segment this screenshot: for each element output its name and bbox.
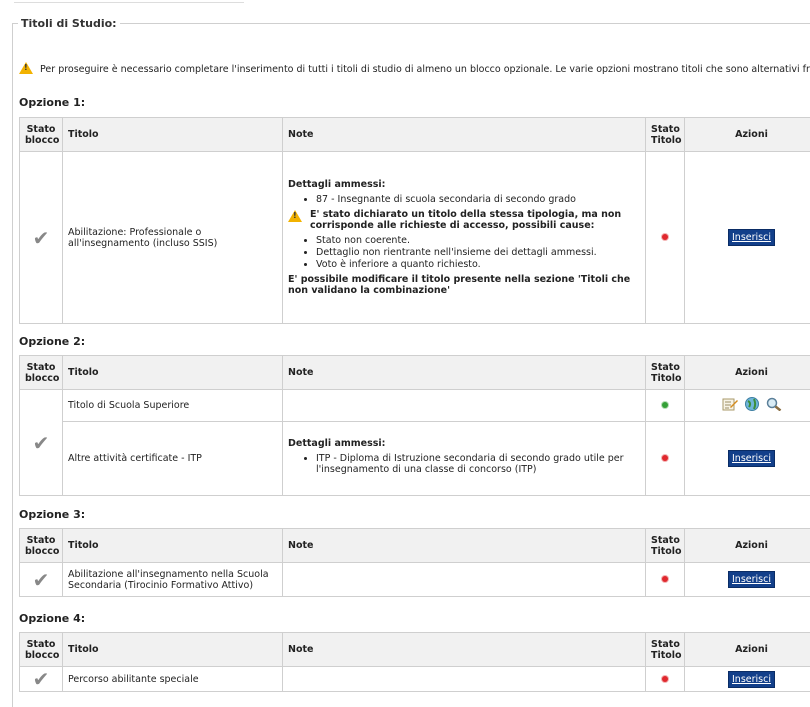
note-item: 87 - Insegnante di scuola secondaria di …: [316, 194, 640, 205]
checkmark-icon: ✔: [33, 568, 50, 592]
warning-icon: [288, 210, 302, 222]
checkmark-icon: ✔: [33, 226, 50, 250]
note-warning: E' stato dichiarato un titolo della stes…: [288, 209, 640, 231]
note-item: ITP - Diploma di Istruzione secondaria d…: [316, 453, 640, 475]
block-status: ✔: [20, 563, 63, 597]
actions-cell: Inserisci: [685, 152, 810, 324]
option-4-title: Opzione 4:: [19, 612, 85, 625]
checkmark-icon: ✔: [33, 667, 50, 691]
header-note: Note: [283, 529, 646, 563]
globe-icon[interactable]: [744, 397, 760, 411]
insert-button[interactable]: Inserisci: [728, 671, 775, 688]
titolo-cell: Altre attività certificate - ITP: [63, 422, 283, 496]
note-cell: [283, 390, 646, 422]
table-header-row: Stato blocco Titolo Note Stato Titolo Az…: [20, 529, 810, 563]
note-title: Dettagli ammessi:: [288, 179, 640, 190]
table-header-row: Stato blocco Titolo Note Stato Titolo Az…: [20, 356, 810, 390]
header-titolo: Titolo: [63, 118, 283, 152]
section-title: Titoli di Studio:: [18, 17, 120, 30]
warning-icon: [19, 62, 33, 74]
header-stato-titolo: Stato Titolo: [646, 529, 685, 563]
header-titolo: Titolo: [63, 529, 283, 563]
actions-cell: Inserisci: [685, 422, 810, 496]
header-azioni: Azioni: [685, 529, 810, 563]
table-row: ✔ Percorso abilitante speciale Inserisci: [20, 667, 810, 692]
actions-cell: [685, 390, 810, 422]
header-stato-blocco: Stato blocco: [20, 356, 63, 390]
header-stato-blocco: Stato blocco: [20, 633, 63, 667]
option-1-title: Opzione 1:: [19, 96, 85, 109]
status-red-icon: [662, 234, 668, 240]
title-status: [646, 152, 685, 324]
option-1-table: Stato blocco Titolo Note Stato Titolo Az…: [19, 117, 810, 324]
header-stato-titolo: Stato Titolo: [646, 633, 685, 667]
header-titolo: Titolo: [63, 633, 283, 667]
note-cell: Dettagli ammessi: 87 - Insegnante di scu…: [283, 152, 646, 324]
title-status: [646, 390, 685, 422]
title-status: [646, 422, 685, 496]
insert-button[interactable]: Inserisci: [728, 229, 775, 246]
warning-text: Per proseguire è necessario completare l…: [40, 64, 810, 75]
block-status: ✔: [20, 667, 63, 692]
note-footer: E' possibile modificare il titolo presen…: [288, 274, 640, 296]
title-status: [646, 667, 685, 692]
table-row: Altre attività certificate - ITP Dettagl…: [20, 422, 810, 496]
cause-item: Voto è inferiore a quanto richiesto.: [316, 259, 640, 270]
cause-item: Stato non coerente.: [316, 235, 640, 246]
header-azioni: Azioni: [685, 118, 810, 152]
insert-button[interactable]: Inserisci: [728, 450, 775, 467]
header-stato-blocco: Stato blocco: [20, 529, 63, 563]
titolo-cell: Titolo di Scuola Superiore: [63, 390, 283, 422]
table-row: ✔ Abilitazione: Professionale o all'inse…: [20, 152, 810, 324]
table-header-row: Stato blocco Titolo Note Stato Titolo Az…: [20, 118, 810, 152]
table-header-row: Stato blocco Titolo Note Stato Titolo Az…: [20, 633, 810, 667]
header-stato-blocco: Stato blocco: [20, 118, 63, 152]
header-note: Note: [283, 633, 646, 667]
actions-cell: Inserisci: [685, 667, 810, 692]
edit-icon[interactable]: [722, 397, 738, 411]
titolo-cell: Abilitazione all'insegnamento nella Scuo…: [63, 563, 283, 597]
option-2-title: Opzione 2:: [19, 335, 85, 348]
option-4-table: Stato blocco Titolo Note Stato Titolo Az…: [19, 632, 810, 692]
actions-cell: Inserisci: [685, 563, 810, 597]
header-note: Note: [283, 356, 646, 390]
table-row: ✔ Abilitazione all'insegnamento nella Sc…: [20, 563, 810, 597]
table-row: ✔ Titolo di Scuola Superiore: [20, 390, 810, 422]
header-titolo: Titolo: [63, 356, 283, 390]
option-3-table: Stato blocco Titolo Note Stato Titolo Az…: [19, 528, 810, 597]
status-red-icon: [662, 576, 668, 582]
header-stato-titolo: Stato Titolo: [646, 356, 685, 390]
option-2-table: Stato blocco Titolo Note Stato Titolo Az…: [19, 355, 810, 496]
header-stato-titolo: Stato Titolo: [646, 118, 685, 152]
note-cell: [283, 563, 646, 597]
status-red-icon: [662, 676, 668, 682]
insert-button[interactable]: Inserisci: [728, 571, 775, 588]
header-note: Note: [283, 118, 646, 152]
note-cell: Dettagli ammessi: ITP - Diploma di Istru…: [283, 422, 646, 496]
title-status: [646, 563, 685, 597]
header-azioni: Azioni: [685, 633, 810, 667]
titolo-cell: Percorso abilitante speciale: [63, 667, 283, 692]
checkmark-icon: ✔: [33, 431, 50, 455]
note-cell: [283, 667, 646, 692]
status-red-icon: [662, 455, 668, 461]
cause-item: Dettaglio non rientrante nell'insieme de…: [316, 247, 640, 258]
header-azioni: Azioni: [685, 356, 810, 390]
block-status: ✔: [20, 390, 63, 496]
note-title: Dettagli ammessi:: [288, 438, 640, 449]
option-3-title: Opzione 3:: [19, 508, 85, 521]
search-icon[interactable]: [766, 397, 782, 411]
note-warning-text: E' stato dichiarato un titolo della stes…: [310, 209, 640, 231]
block-status: ✔: [20, 152, 63, 324]
titolo-cell: Abilitazione: Professionale o all'insegn…: [63, 152, 283, 324]
warning-message: Per proseguire è necessario completare l…: [19, 62, 810, 75]
top-border: [0, 0, 810, 6]
status-green-icon: [662, 402, 668, 408]
